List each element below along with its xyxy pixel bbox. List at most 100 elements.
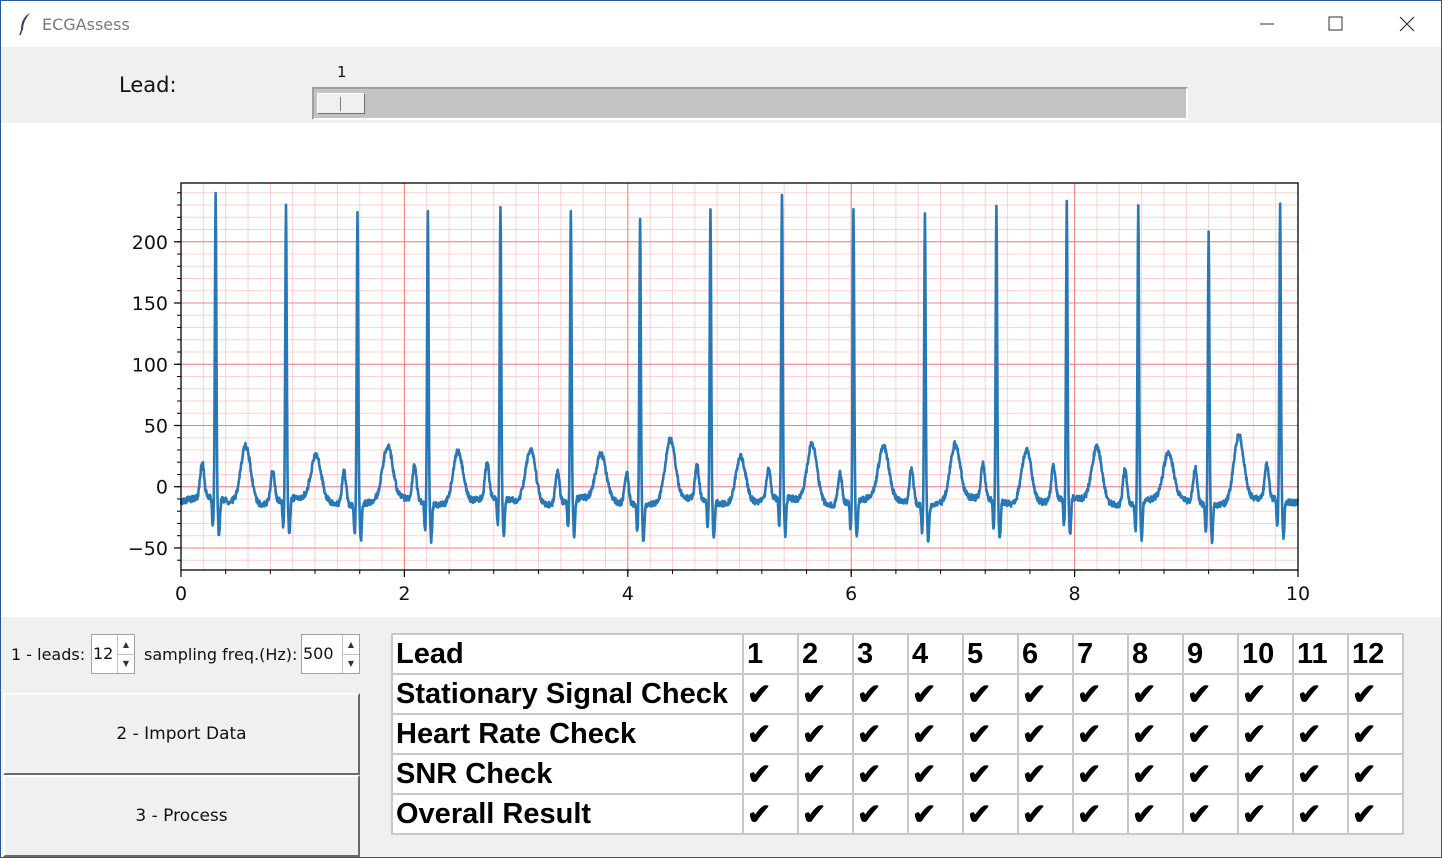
close-icon	[1399, 16, 1415, 32]
check-icon: ✔	[1292, 793, 1349, 835]
check-icon: ✔	[1127, 673, 1184, 715]
feather-icon	[19, 13, 30, 36]
ecg-plot-area: 0 2 4 6 8 10 200 150 100 50 0 −50	[1, 123, 1441, 617]
check-icon: ✔	[797, 673, 854, 715]
check-icon: ✔	[907, 793, 964, 835]
maximize-button[interactable]	[1301, 1, 1369, 47]
process-button[interactable]: 3 - Process	[3, 775, 360, 857]
check-icon: ✔	[742, 713, 799, 755]
row-label: Stationary Signal Check	[391, 673, 744, 715]
check-icon: ✔	[1182, 753, 1239, 795]
lead-column-header: 4	[907, 633, 964, 675]
leads-spin-buttons: ▲ ▼	[117, 635, 134, 673]
check-icon: ✔	[742, 793, 799, 835]
lead-column-header: 5	[962, 633, 1019, 675]
lead-column-header: 12	[1347, 633, 1404, 675]
ecg-chart: 0 2 4 6 8 10 200 150 100 50 0 −50	[128, 182, 1310, 605]
check-icon: ✔	[962, 793, 1019, 835]
leads-label: 1 - leads:	[11, 645, 86, 664]
y-tick-label: 100	[132, 354, 168, 376]
sampling-freq-label: sampling freq.(Hz):	[144, 645, 298, 664]
app-window: ECGAssess Lead: 1 0 2 4 6 8 10 200 150 100 50 0 −50…	[0, 0, 1442, 858]
check-icon: ✔	[852, 713, 909, 755]
table-row: Heart Rate Check ✔ ✔ ✔ ✔ ✔ ✔ ✔ ✔ ✔ ✔ ✔ ✔	[391, 713, 1404, 755]
maximize-icon	[1328, 16, 1343, 31]
lead-column-header: 8	[1127, 633, 1184, 675]
y-tick-label: 150	[132, 293, 168, 315]
check-icon: ✔	[1072, 793, 1129, 835]
check-icon: ✔	[907, 753, 964, 795]
minimize-button[interactable]	[1233, 1, 1301, 47]
lead-slider-thumb[interactable]	[317, 93, 365, 114]
check-icon: ✔	[1347, 753, 1404, 795]
spin-down-icon[interactable]: ▼	[343, 654, 359, 673]
lead-slider-value: 1	[337, 63, 347, 81]
lead-label: Lead:	[119, 73, 177, 97]
table-row: Stationary Signal Check ✔ ✔ ✔ ✔ ✔ ✔ ✔ ✔ ✔ ✔ ✔ ✔	[391, 673, 1404, 715]
spin-down-icon[interactable]: ▼	[118, 654, 134, 673]
check-icon: ✔	[907, 713, 964, 755]
row-label: Heart Rate Check	[391, 713, 744, 755]
lead-column-header: 9	[1182, 633, 1239, 675]
close-button[interactable]	[1371, 1, 1439, 47]
check-icon: ✔	[1237, 713, 1294, 755]
check-icon: ✔	[1127, 793, 1184, 835]
row-label: Overall Result	[391, 793, 744, 835]
x-tick-label: 2	[398, 583, 410, 605]
check-icon: ✔	[1347, 713, 1404, 755]
lead-column-header: 10	[1237, 633, 1294, 675]
lead-column-header: 7	[1072, 633, 1129, 675]
check-icon: ✔	[852, 793, 909, 835]
check-icon: ✔	[1127, 753, 1184, 795]
sampling-freq-input[interactable]	[303, 644, 341, 663]
row-label: SNR Check	[391, 753, 744, 795]
check-icon: ✔	[797, 713, 854, 755]
x-tick-label: 10	[1286, 583, 1310, 605]
import-data-button[interactable]: 2 - Import Data	[3, 693, 360, 775]
check-icon: ✔	[1017, 673, 1074, 715]
table-row: SNR Check ✔ ✔ ✔ ✔ ✔ ✔ ✔ ✔ ✔ ✔ ✔ ✔	[391, 753, 1404, 795]
spin-up-icon[interactable]: ▲	[343, 635, 359, 655]
minimize-icon	[1260, 23, 1274, 25]
freq-spin-buttons: ▲ ▼	[342, 635, 359, 673]
check-icon: ✔	[1072, 753, 1129, 795]
x-tick-label: 4	[622, 583, 634, 605]
check-icon: ✔	[1017, 793, 1074, 835]
lead-slider[interactable]	[312, 87, 1188, 120]
lead-column-header: 3	[852, 633, 909, 675]
check-icon: ✔	[1237, 753, 1294, 795]
check-icon: ✔	[1127, 713, 1184, 755]
lead-column-header: 11	[1292, 633, 1349, 675]
spin-up-icon[interactable]: ▲	[118, 635, 134, 655]
settings-row: 1 - leads: ▲ ▼ sampling freq.(Hz): ▲ ▼	[1, 631, 371, 679]
check-icon: ✔	[1237, 673, 1294, 715]
x-tick-label: 0	[175, 583, 187, 605]
sampling-freq-spinbox[interactable]: ▲ ▼	[301, 634, 360, 674]
lead-selector-row: Lead: 1	[1, 47, 1441, 123]
check-icon: ✔	[907, 673, 964, 715]
check-icon: ✔	[1292, 713, 1349, 755]
y-tick-label: 50	[144, 415, 168, 437]
check-icon: ✔	[1292, 673, 1349, 715]
check-icon: ✔	[1017, 753, 1074, 795]
check-icon: ✔	[742, 673, 799, 715]
y-tick-label: 200	[132, 232, 168, 254]
check-icon: ✔	[1182, 673, 1239, 715]
leads-spinbox[interactable]: ▲ ▼	[91, 634, 135, 674]
table-row: Overall Result ✔ ✔ ✔ ✔ ✔ ✔ ✔ ✔ ✔ ✔ ✔ ✔	[391, 793, 1404, 835]
check-icon: ✔	[1347, 793, 1404, 835]
title-bar: ECGAssess	[1, 1, 1441, 47]
lead-column-header: 6	[1017, 633, 1074, 675]
check-icon: ✔	[1292, 753, 1349, 795]
x-tick-label: 8	[1069, 583, 1081, 605]
check-icon: ✔	[1017, 713, 1074, 755]
check-icon: ✔	[1072, 713, 1129, 755]
results-table: Lead 1 2 3 4 5 6 7 8 9 10 11 12 Stationary Signal Che…	[391, 633, 1404, 835]
check-icon: ✔	[742, 753, 799, 795]
check-icon: ✔	[1237, 793, 1294, 835]
check-icon: ✔	[852, 673, 909, 715]
check-icon: ✔	[797, 753, 854, 795]
check-icon: ✔	[1072, 673, 1129, 715]
y-tick-label: 0	[156, 477, 168, 499]
table-header-lead: Lead	[391, 633, 744, 675]
